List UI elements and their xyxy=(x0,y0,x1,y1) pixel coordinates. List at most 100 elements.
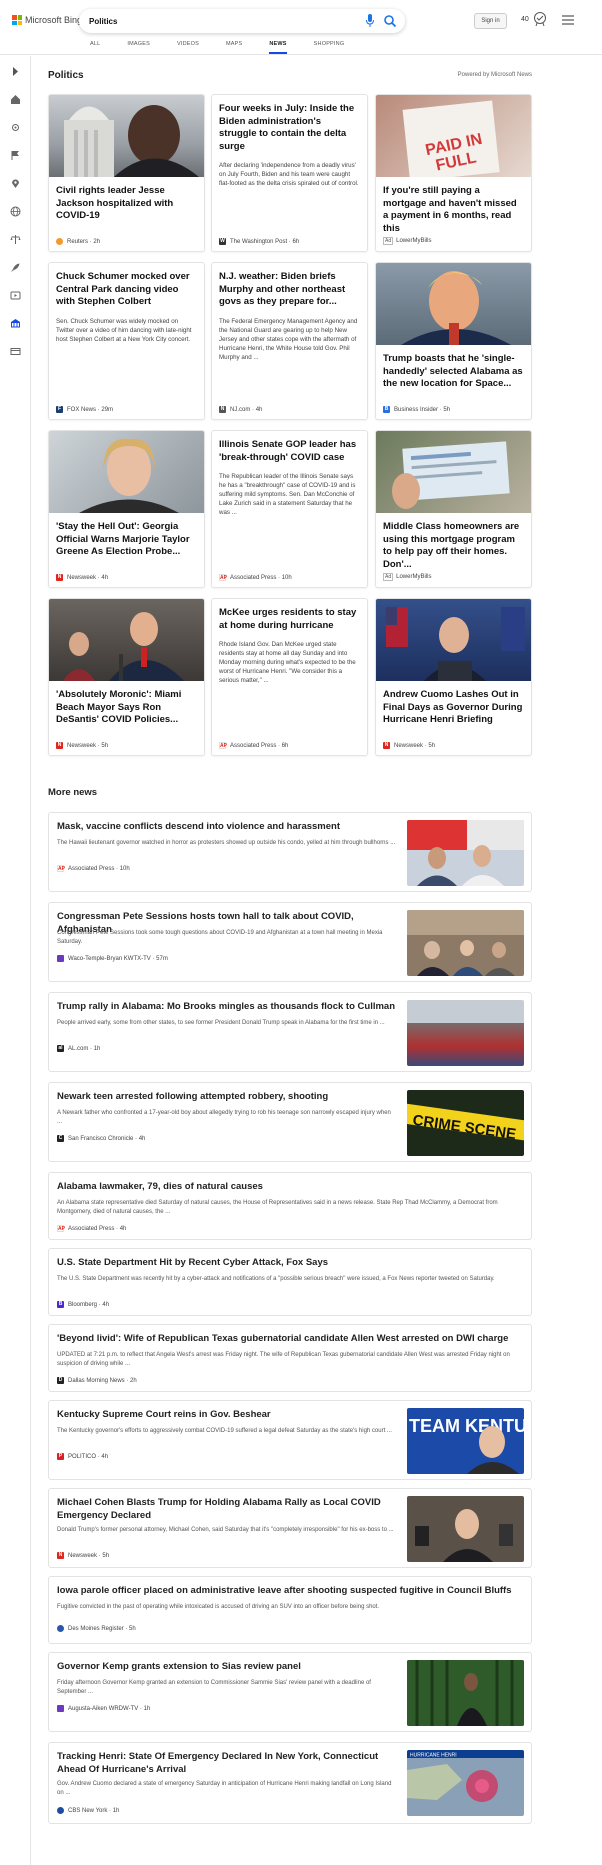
video-icon[interactable] xyxy=(10,290,21,301)
rocket-icon[interactable] xyxy=(10,262,21,273)
news-source: B Bloomberg · 4h xyxy=(57,1301,110,1308)
nav-images[interactable]: IMAGES xyxy=(127,41,150,51)
news-card[interactable]: 'Stay the Hell Out': Georgia Official Wa… xyxy=(48,430,205,588)
news-card[interactable]: Civil rights leader Jesse Jackson hospit… xyxy=(48,94,205,252)
location-icon[interactable] xyxy=(10,178,21,189)
news-source: al AL.com · 1h xyxy=(57,1045,101,1052)
news-list-item[interactable]: Newark teen arrested following attempted… xyxy=(48,1082,532,1162)
news-description: Gov. Andrew Cuomo declared a state of em… xyxy=(57,1781,392,1796)
news-list-item[interactable]: Tracking Henri: State Of Emergency Decla… xyxy=(48,1742,532,1824)
fox-news-icon: F xyxy=(56,406,63,413)
news-description: An Alabama state representative died Sat… xyxy=(57,1200,498,1215)
newsweek-icon: N xyxy=(57,1552,64,1559)
nav-news[interactable]: NEWS xyxy=(269,41,287,54)
news-card[interactable]: Illinois Senate GOP leader has 'break-th… xyxy=(211,430,368,588)
news-list-item[interactable]: Congressman Pete Sessions hosts town hal… xyxy=(48,902,532,982)
news-card[interactable]: McKee urges residents to stay at home du… xyxy=(211,598,368,756)
news-list-item[interactable]: Mask, vaccine conflicts descend into vio… xyxy=(48,812,532,892)
news-description: A Newark father who confronted a 17-year… xyxy=(57,1110,391,1125)
microphone-icon[interactable] xyxy=(365,14,375,28)
card-source: AP Associated Press · 6h xyxy=(219,742,289,749)
news-list-item[interactable]: Trump rally in Alabama: Mo Brooks mingle… xyxy=(48,992,532,1072)
powered-by-label[interactable]: Powered by Microsoft News xyxy=(458,72,532,78)
news-title: Iowa parole officer placed on administra… xyxy=(57,1585,512,1596)
card-image xyxy=(376,599,531,681)
nav-maps[interactable]: MAPS xyxy=(226,41,242,51)
news-card[interactable]: N.J. weather: Biden briefs Murphy and ot… xyxy=(211,262,368,420)
news-card[interactable]: 'Absolutely Moronic': Miami Beach Mayor … xyxy=(48,598,205,756)
sign-in-button[interactable]: Sign in xyxy=(474,13,507,29)
news-source: D Dallas Morning News · 2h xyxy=(57,1377,137,1384)
news-list-item[interactable]: Alabama lawmaker, 79, dies of natural ca… xyxy=(48,1172,532,1240)
sf-chronicle-icon: C xyxy=(57,1135,64,1142)
logo-text: Microsoft Bing xyxy=(25,15,83,25)
al-com-icon: al xyxy=(57,1045,64,1052)
search-icon[interactable] xyxy=(383,14,397,28)
politics-icon[interactable] xyxy=(10,318,21,329)
newsweek-icon: N xyxy=(56,574,63,581)
us-flag-icon[interactable] xyxy=(10,150,21,161)
more-news-title: More news xyxy=(48,787,98,798)
newsweek-icon: N xyxy=(383,742,390,749)
news-description: Donald Trump's former personal attorney,… xyxy=(57,1527,394,1533)
dallas-morning-news-icon: D xyxy=(57,1377,64,1384)
card-image: PAID IN FULL xyxy=(376,95,531,177)
card-title: Illinois Senate GOP leader has 'break-th… xyxy=(219,439,357,463)
news-card[interactable]: Andrew Cuomo Lashes Out in Final Days as… xyxy=(375,598,532,756)
associated-press-icon: AP xyxy=(57,865,65,872)
news-card[interactable]: Trump boasts that he 'single-handedly' s… xyxy=(375,262,532,420)
nav-videos[interactable]: VIDEOS xyxy=(177,41,199,51)
hamburger-menu-icon[interactable] xyxy=(562,15,574,25)
news-description: The Kentucky governor's efforts to aggre… xyxy=(57,1428,392,1434)
card-source: B Business Insider · 5h xyxy=(383,406,451,413)
news-card[interactable]: Chuck Schumer mocked over Central Park d… xyxy=(48,262,205,420)
news-description: Congressman Pete Sessions took some toug… xyxy=(57,930,383,945)
search-input[interactable] xyxy=(89,9,329,33)
news-list-item[interactable]: Kentucky Supreme Court reins in Gov. Bes… xyxy=(48,1400,532,1480)
ad-card[interactable]: Middle Class homeowners are using this m… xyxy=(375,430,532,588)
hurricane-henri-text: HURRICANE HENRI xyxy=(410,1753,457,1759)
newsweek-icon: N xyxy=(56,742,63,749)
news-list-item[interactable]: U.S. State Department Hit by Recent Cybe… xyxy=(48,1248,532,1316)
kwtx-icon xyxy=(57,955,64,962)
news-title: Newark teen arrested following attempted… xyxy=(57,1091,329,1102)
scales-icon[interactable] xyxy=(10,234,21,245)
card-source: AP Associated Press · 10h xyxy=(219,574,292,581)
card-title: 'Absolutely Moronic': Miami Beach Mayor … xyxy=(56,689,182,725)
nav-shopping[interactable]: SHOPPING xyxy=(314,41,345,51)
bing-logo[interactable]: Microsoft Bing xyxy=(12,15,82,25)
news-description: Fugitive convicted in the past of operat… xyxy=(57,1604,380,1610)
news-thumbnail xyxy=(407,1000,524,1066)
associated-press-icon: AP xyxy=(219,742,227,749)
card-source: Ad LowerMyBills xyxy=(383,573,432,581)
coronavirus-icon[interactable] xyxy=(10,122,21,133)
news-card[interactable]: Four weeks in July: Inside the Biden adm… xyxy=(211,94,368,252)
card-image xyxy=(49,431,204,513)
money-icon[interactable] xyxy=(10,346,21,357)
news-title: Mask, vaccine conflicts descend into vio… xyxy=(57,821,340,832)
home-icon[interactable] xyxy=(10,94,21,105)
card-title: N.J. weather: Biden briefs Murphy and ot… xyxy=(219,271,346,307)
news-source: C San Francisco Chronicle · 4h xyxy=(57,1135,146,1142)
card-image xyxy=(49,95,204,177)
news-list-item[interactable]: Iowa parole officer placed on administra… xyxy=(48,1576,532,1644)
globe-icon[interactable] xyxy=(10,206,21,217)
bloomberg-icon: B xyxy=(57,1301,64,1308)
des-moines-register-icon xyxy=(57,1625,64,1632)
card-source: N NJ.com · 4h xyxy=(219,406,263,413)
top-header: Microsoft Bing Sign in 40 ALL IMAGES VID… xyxy=(0,0,602,55)
politico-icon: P xyxy=(57,1453,64,1460)
news-description: Friday afternoon Governor Kemp granted a… xyxy=(57,1680,371,1695)
news-thumbnail xyxy=(407,820,524,886)
rewards-icon[interactable] xyxy=(533,11,547,27)
news-list-item[interactable]: Governor Kemp grants extension to Sias r… xyxy=(48,1652,532,1732)
news-source: Waco-Temple-Bryan KWTX-TV · 57m xyxy=(57,955,168,962)
news-list-item[interactable]: Michael Cohen Blasts Trump for Holding A… xyxy=(48,1488,532,1568)
nj-com-icon: N xyxy=(219,406,226,413)
card-description: After declaring 'independence from a dea… xyxy=(219,162,359,187)
nav-all[interactable]: ALL xyxy=(90,41,100,51)
ad-card[interactable]: PAID IN FULL If you're still paying a mor… xyxy=(375,94,532,252)
expand-icon[interactable] xyxy=(10,66,21,77)
news-source: N Newsweek · 5h xyxy=(57,1552,110,1559)
news-list-item[interactable]: 'Beyond livid': Wife of Republican Texas… xyxy=(48,1324,532,1392)
